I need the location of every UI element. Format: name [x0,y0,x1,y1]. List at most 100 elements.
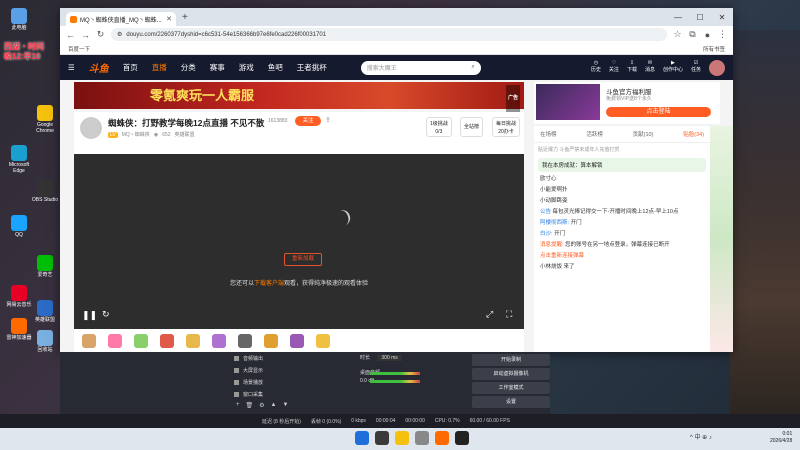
site-info-icon[interactable]: ⚙ [117,31,122,38]
messages-button[interactable]: ✉ 消息 [645,60,655,76]
source-item[interactable]: 场景播放 [178,376,358,388]
forward-icon[interactable]: → [81,30,90,40]
refresh-icon[interactable]: ↻ [102,309,110,320]
gift-item[interactable] [316,333,330,348]
move-down-icon[interactable]: ▼ [282,402,288,412]
video-player[interactable]: 重新加载 您还可以下载客户端观看，获得纯净极速的观看体验 ❚❚ ↻ ⤢ ⛶ [74,154,524,329]
category-label[interactable]: 英雄联盟 [175,131,195,138]
start-recording-button[interactable]: 开始录制 [472,354,550,366]
share-icon[interactable]: ⇪ [325,116,331,124]
reload-icon[interactable]: ↻ [96,29,105,40]
reload-button[interactable]: 重新加载 [284,253,322,266]
start-icon[interactable] [355,431,369,445]
tab-fans[interactable]: 贴脸(34) [683,130,704,138]
fullscreen-web-icon[interactable]: ⤢ [486,309,493,320]
history-button[interactable]: ◷ 历史 [591,60,601,76]
close-window-icon[interactable]: ✕ [711,13,733,22]
desktop-icon[interactable]: 爱奇艺 [30,255,60,278]
mixer-value[interactable]: 300 ms [377,355,402,361]
streamer-avatar[interactable] [80,117,102,139]
gift-item[interactable] [290,333,304,348]
tab-contribution[interactable]: 贡献(10) [633,130,654,138]
minimize-icon[interactable]: — [667,13,689,22]
tab-present-rank[interactable]: 在场榜 [540,130,557,138]
tasks-button[interactable]: ☑ 任务 [691,60,701,76]
fullscreen-icon[interactable]: ⛶ [506,309,512,320]
explorer-icon[interactable] [415,431,429,445]
side-promo-banners[interactable] [710,126,733,352]
task-challenge[interactable]: 1级挑战 0/3 [426,117,452,137]
download-client-link[interactable]: 下载客户端 [254,281,284,287]
remove-icon[interactable]: 🗑 [246,402,254,412]
nav-events[interactable]: 赛事 [210,62,225,73]
chrome-icon[interactable] [395,431,409,445]
new-tab-icon[interactable]: + [182,12,188,23]
extensions-icon[interactable]: ⧉ [688,29,697,40]
side-ad-button[interactable]: 点击登陆 [606,107,711,117]
back-icon[interactable]: ← [66,30,75,40]
search-icon[interactable]: ⌕ [471,64,474,71]
desktop-icon[interactable]: Google Chrome [30,105,60,134]
nav-live[interactable]: 直播 [152,62,167,73]
gift-item[interactable] [186,333,200,348]
system-tray[interactable]: ^ 中 ⊕ ♪ [690,432,712,441]
gift-item[interactable] [134,333,148,348]
tab-close-icon[interactable]: ✕ [166,15,172,23]
move-up-icon[interactable]: ▲ [271,402,277,412]
eye-icon[interactable] [234,379,239,385]
douyu-logo[interactable]: 斗鱼 [89,60,109,75]
star-icon[interactable]: ☆ [673,29,682,40]
desktop-icon[interactable]: 此电脑 [4,8,34,31]
source-item[interactable]: 音频输出 [178,352,358,364]
properties-icon[interactable]: ⚙ [259,402,264,412]
gift-item[interactable] [212,333,226,348]
side-ad[interactable]: 斗鱼官方福利服 免费领VIP送8个永久 点击登陆 [534,82,720,124]
clock[interactable]: 0:01 2026/4/28 [770,431,792,445]
menu-icon[interactable]: ⋮ [718,29,727,40]
desktop-icon[interactable]: Microsoft Edge [4,145,34,174]
gift-item[interactable] [160,333,174,348]
eye-icon[interactable] [234,367,239,373]
nav-games[interactable]: 游戏 [239,62,254,73]
task-rank[interactable]: 全站榜 [460,117,484,137]
gift-item[interactable] [108,333,122,348]
desktop-icon[interactable]: OBS Studio [30,180,60,203]
nav-home[interactable]: 首页 [123,62,138,73]
source-item[interactable]: 窗口采集 [178,388,358,400]
eye-icon[interactable] [234,391,239,397]
desktop-icon[interactable]: 回收站 [30,330,60,353]
follow-list-button[interactable]: ♡ 关注 [609,60,619,76]
douyu-search-input[interactable]: 搜索大魔王 ⌕ [360,60,481,75]
maximize-icon[interactable]: ☐ [689,13,711,22]
virtual-camera-button[interactable]: 启动虚拟摄像机 [472,368,550,380]
all-bookmarks[interactable]: 所有书签 [703,45,725,53]
douyu-app-icon[interactable] [435,431,449,445]
studio-mode-button[interactable]: 工作室模式 [472,382,550,394]
tab-active-rank[interactable]: 活跃榜 [586,130,603,138]
gift-item[interactable] [264,333,278,348]
creator-center-button[interactable]: ▶ 创作中心 [663,60,683,76]
ad-banner[interactable]: 零氪爽玩一人霸服 广告 [74,82,524,112]
gift-item[interactable] [238,333,252,348]
eye-icon[interactable] [234,355,239,361]
follow-button[interactable]: 关注 [295,116,321,126]
profile-icon[interactable]: ● [703,30,712,40]
task-daily[interactable]: 每日挑战 20办卡 [492,117,521,137]
nav-wangzhe[interactable]: 王者挑杯 [297,62,327,73]
source-item[interactable]: 大屏显示 [178,364,358,376]
browser-tab[interactable]: MQ丶蜘蛛侠直播_MQ丶蜘蛛... ✕ [66,12,176,26]
desktop-icon[interactable]: 英雄联盟 [30,300,60,323]
streamer-name[interactable]: MQ丶蜘蛛侠 [122,131,150,138]
taskview-icon[interactable] [375,431,389,445]
desktop-icon[interactable]: QQ [4,215,34,238]
nav-category[interactable]: 分类 [181,62,196,73]
obs-app-icon[interactable] [455,431,469,445]
bookmark-baidu[interactable]: 百度一下 [68,45,90,53]
nav-yuba[interactable]: 鱼吧 [268,62,283,73]
reconnect-link[interactable]: 点击重新连接弹幕 [534,251,710,262]
pause-icon[interactable]: ❚❚ [82,310,97,321]
url-field[interactable]: ⚙ douyu.com/2260377dyshid=c6c531-54e1563… [111,28,667,41]
user-avatar[interactable] [709,59,725,76]
add-icon[interactable]: + [236,402,240,412]
hamburger-icon[interactable]: ☰ [68,63,75,72]
